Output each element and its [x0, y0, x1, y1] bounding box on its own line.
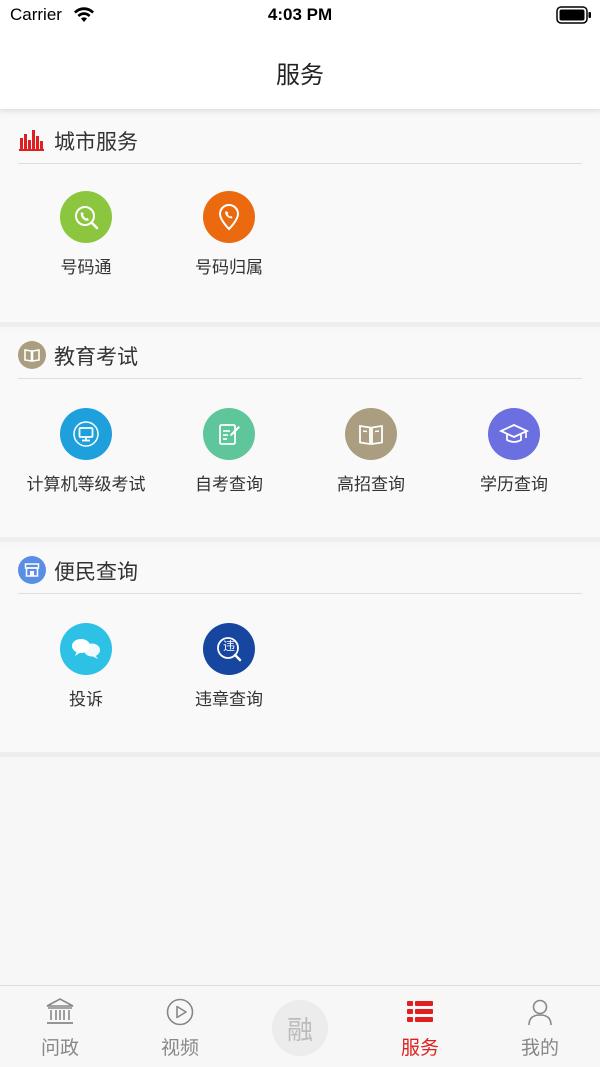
open-book-icon — [18, 341, 46, 369]
center-badge-label: 融 — [286, 1015, 313, 1046]
section-title: 城市服务 — [54, 130, 138, 154]
tab-label: 服务 — [400, 1037, 439, 1059]
service-label: 违章查询 — [195, 690, 263, 710]
computer-icon — [60, 408, 112, 460]
service-label: 号码通 — [60, 258, 112, 278]
service-complaint[interactable]: 投诉 — [15, 623, 157, 733]
section-header: 教育考试 — [18, 333, 582, 379]
violation-glyph: 违 — [222, 639, 235, 653]
book-icon — [345, 408, 397, 460]
center-badge-button[interactable]: 融 — [272, 1000, 328, 1056]
page-title: 服务 — [276, 61, 324, 89]
section-convenience-queries: 便民查询 投诉 违 违章查询 — [0, 548, 600, 757]
service-college-admission[interactable]: 高招查询 — [300, 408, 442, 518]
service-self-exam[interactable]: 自考查询 — [158, 408, 300, 518]
status-time: 4:03 PM — [267, 5, 333, 24]
phone-location-icon — [203, 191, 255, 243]
tab-wenzheng[interactable]: 问政 — [0, 986, 120, 1067]
section-title: 便民查询 — [54, 560, 138, 584]
tab-mine[interactable]: 我的 — [480, 986, 600, 1067]
service-violation-lookup[interactable]: 违 违章查询 — [158, 623, 300, 733]
service-label: 投诉 — [69, 690, 103, 710]
service-degree-lookup[interactable]: 学历查询 — [443, 408, 585, 518]
list-icon — [407, 1001, 433, 1022]
service-label: 高招查询 — [337, 475, 405, 495]
chat-bubbles-icon — [60, 623, 112, 675]
phone-search-icon — [60, 191, 112, 243]
city-skyline-icon — [19, 130, 44, 151]
edit-note-icon — [203, 408, 255, 460]
graduation-cap-icon — [488, 408, 540, 460]
store-icon — [18, 556, 46, 584]
navigation-bar: 服务 — [0, 30, 600, 110]
battery-icon — [556, 6, 591, 24]
service-label: 计算机等级考试 — [26, 475, 146, 495]
person-icon — [528, 999, 552, 1026]
violation-search-icon: 违 — [203, 623, 255, 675]
play-circle-icon — [166, 998, 194, 1026]
section-header: 便民查询 — [18, 548, 582, 594]
tab-bar: 问政 视频 融 服务 我的 — [0, 985, 600, 1067]
status-bar: Carrier 4:03 PM — [0, 0, 600, 30]
service-computer-exam[interactable]: 计算机等级考试 — [15, 408, 157, 518]
tab-video[interactable]: 视频 — [120, 986, 240, 1067]
section-divider — [0, 322, 600, 327]
section-city-services: 城市服务 号码通 号码归属 — [0, 118, 600, 327]
section-divider — [0, 537, 600, 542]
government-building-icon — [46, 998, 74, 1024]
tab-label: 问政 — [40, 1037, 79, 1059]
service-number-lookup[interactable]: 号码通 — [15, 191, 157, 301]
service-label: 号码归属 — [195, 258, 263, 278]
tab-label: 我的 — [520, 1037, 559, 1059]
service-number-location[interactable]: 号码归属 — [158, 191, 300, 301]
service-label: 学历查询 — [480, 475, 548, 495]
section-header: 城市服务 — [18, 118, 582, 164]
service-label: 自考查询 — [195, 475, 263, 495]
tab-label: 视频 — [160, 1037, 199, 1059]
section-education-exams: 教育考试 计算机等级考试 自考查询 高招查询 学历查询 — [0, 333, 600, 542]
section-divider — [0, 752, 600, 757]
tab-services[interactable]: 服务 — [360, 986, 480, 1067]
section-title: 教育考试 — [54, 345, 138, 369]
